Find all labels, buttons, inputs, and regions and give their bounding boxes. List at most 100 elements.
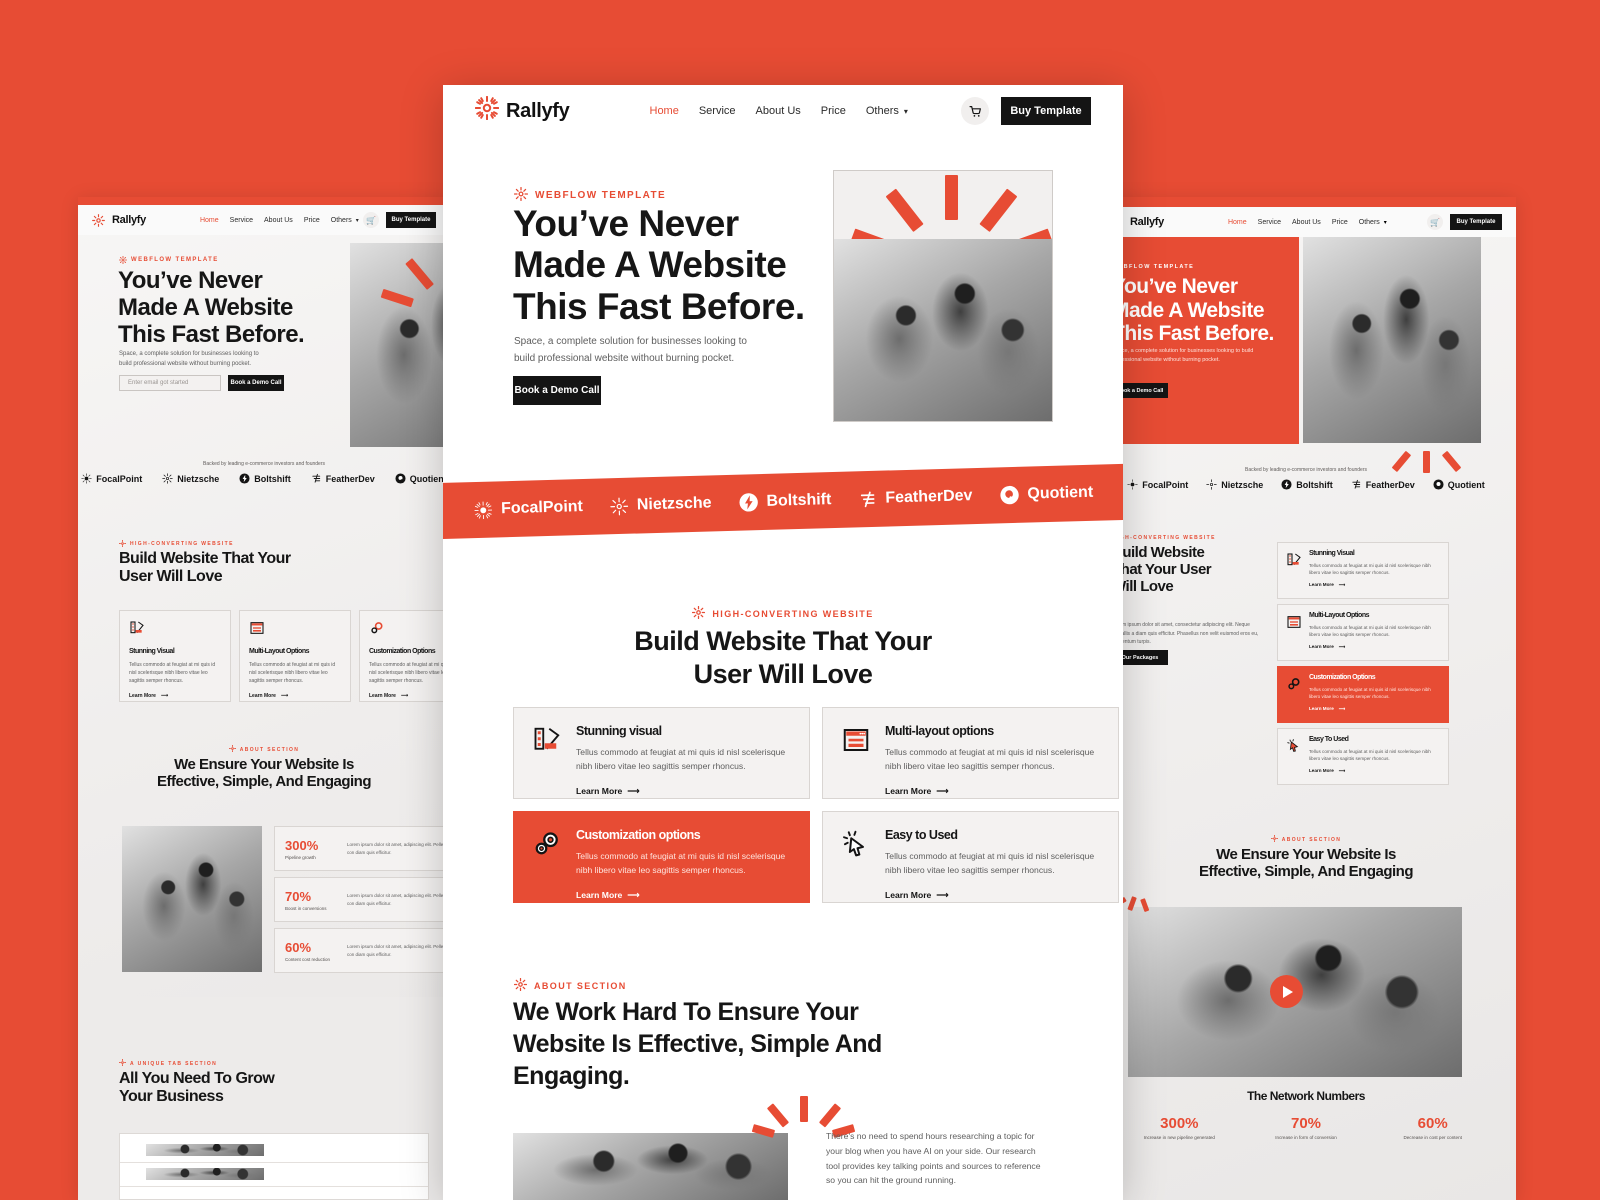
right-page-mockup: Rallyfy Home Service About Us Price Othe… bbox=[1096, 197, 1516, 1200]
feature-body-easy-to-used: Tellus commodo at feugiat at mi quis id … bbox=[885, 851, 1095, 875]
feather-lines-icon bbox=[860, 491, 875, 507]
right-nav-item-about-us[interactable]: About Us bbox=[1292, 219, 1321, 226]
left-hero-email-placeholder: Enter email got started bbox=[128, 380, 189, 386]
hero-photo bbox=[834, 239, 1052, 421]
main-header: Rallyfy Home Service About Us Price Othe… bbox=[443, 85, 1123, 137]
main-brand-logo[interactable]: Rallyfy bbox=[474, 95, 570, 126]
left-feature-title-1: Stunning Visual bbox=[129, 648, 175, 655]
left-nav-item-about-us[interactable]: About Us bbox=[264, 217, 293, 224]
feature-card-multi-layout[interactable]: Multi-layout options Tellus commodo at f… bbox=[822, 707, 1119, 799]
gears-icon bbox=[371, 622, 383, 634]
arrow-right-icon: ⟶ bbox=[936, 889, 949, 900]
features-title: Build Website That Your User Will Love bbox=[634, 626, 932, 689]
nav-item-home[interactable]: Home bbox=[650, 105, 679, 117]
cursor-click-icon bbox=[1287, 739, 1299, 752]
nav-item-others[interactable]: Others bbox=[866, 105, 899, 117]
right-nav-item-others[interactable]: Others bbox=[1359, 219, 1380, 226]
left-nav: Home Service About Us Price Others ▾ bbox=[200, 217, 359, 224]
buy-template-button[interactable]: Buy Template bbox=[1001, 97, 1091, 125]
feature-learn-multi-layout[interactable]: Learn More ⟶ bbox=[885, 786, 1100, 797]
left-logo-row: FocalPoint Nietzsche Boltshift FeatherDe… bbox=[78, 473, 450, 484]
arrow-right-icon: ⟶ bbox=[627, 889, 640, 900]
right-logo-focalpoint: FocalPoint bbox=[1127, 479, 1188, 490]
feature-card-customization[interactable]: Customization options Tellus commodo at … bbox=[513, 811, 810, 903]
nav-item-about-us[interactable]: About Us bbox=[756, 105, 801, 117]
feature-learn-stunning-visual[interactable]: Learn More ⟶ bbox=[576, 786, 791, 797]
right-feature-card-3[interactable]: Customization Options Tellus commodo at … bbox=[1277, 666, 1449, 723]
right-about-title: We Ensure Your Website Is Effective, Sim… bbox=[1199, 846, 1413, 880]
sunburst-icon bbox=[92, 213, 105, 227]
hero-demo-button[interactable]: Book a Demo Call bbox=[513, 376, 601, 405]
left-stat-body-3: Lorem ipsum dolor sit amet, adipiscing e… bbox=[347, 944, 450, 957]
left-feature-learn-2[interactable]: Learn More ⟶ bbox=[249, 693, 341, 699]
left-feature-title-3: Customization Options bbox=[369, 648, 436, 655]
bolt-circle-icon bbox=[739, 493, 758, 512]
sunburst-icon bbox=[119, 256, 127, 264]
feature-card-easy-to-used[interactable]: Easy to Used Tellus commodo at feugiat a… bbox=[822, 811, 1119, 903]
left-feature-card-2[interactable]: Multi-Layout Options Tellus commodo at f… bbox=[239, 610, 351, 702]
right-cart-button[interactable]: 🛒 bbox=[1427, 214, 1443, 230]
feature-body-customization: Tellus commodo at feugiat at mi quis id … bbox=[576, 851, 786, 875]
left-feature-body-3: Tellus commodo at feugiat at mi quis id … bbox=[369, 661, 450, 685]
star-burst-icon bbox=[162, 473, 173, 484]
radial-burst-icon bbox=[1127, 479, 1138, 490]
right-feature-learn-4[interactable]: Learn More ⟶ bbox=[1309, 768, 1440, 774]
left-hero-paragraph: Space, a complete solution for businesse… bbox=[119, 351, 259, 368]
image-stack-icon bbox=[130, 621, 144, 634]
right-logo-nietzsche: Nietzsche bbox=[1206, 479, 1263, 490]
right-feature-learn-3[interactable]: Learn More ⟶ bbox=[1309, 706, 1440, 712]
sunburst-icon bbox=[118, 1058, 127, 1068]
left-cart-button[interactable]: 🛒 bbox=[363, 212, 379, 228]
left-feature-learn-1[interactable]: Learn More ⟶ bbox=[129, 693, 221, 699]
right-play-button[interactable] bbox=[1270, 975, 1303, 1008]
left-hero-title: You’ve Never Made A Website This Fast Be… bbox=[118, 267, 305, 348]
left-tab-title: All You Need To Grow Your Business bbox=[119, 1070, 275, 1105]
feature-card-stunning-visual[interactable]: Stunning visual Tellus commodo at feugia… bbox=[513, 707, 810, 799]
feature-learn-customization[interactable]: Learn More ⟶ bbox=[576, 890, 791, 901]
q-circle-icon bbox=[1000, 485, 1019, 505]
nav-item-price[interactable]: Price bbox=[821, 105, 846, 117]
about-photo bbox=[513, 1133, 788, 1200]
left-logo-focalpoint: FocalPoint bbox=[81, 473, 142, 484]
left-brand-logo[interactable]: Rallyfy bbox=[92, 213, 146, 227]
left-feature-learn-3[interactable]: Learn More ⟶ bbox=[369, 693, 450, 699]
left-tab-eyebrow: A UNIQUE TAB SECTION bbox=[118, 1058, 217, 1068]
left-hero-demo-button[interactable]: Book a Demo Call bbox=[228, 375, 284, 391]
left-nav-item-home[interactable]: Home bbox=[200, 217, 219, 224]
feature-learn-easy-to-used[interactable]: Learn More ⟶ bbox=[885, 890, 1100, 901]
left-stat-value-3: 60% bbox=[285, 939, 312, 955]
cart-icon bbox=[968, 105, 981, 117]
left-feature-title-2: Multi-Layout Options bbox=[249, 648, 310, 655]
cart-button[interactable] bbox=[961, 97, 989, 125]
logo-featherdev: FeatherDev bbox=[858, 487, 973, 509]
left-feature-card-3[interactable]: Customization Options Tellus commodo at … bbox=[359, 610, 450, 702]
left-nav-item-price[interactable]: Price bbox=[304, 217, 320, 224]
right-feature-title-2: Multi-Layout Options bbox=[1309, 612, 1370, 619]
right-nav-item-service[interactable]: Service bbox=[1258, 219, 1281, 226]
right-nav-item-price[interactable]: Price bbox=[1332, 219, 1348, 226]
right-feature-card-1[interactable]: Stunning Visual Tellus commodo at feugia… bbox=[1277, 542, 1449, 599]
right-feature-card-4[interactable]: Easy To Used Tellus commodo at feugiat a… bbox=[1277, 728, 1449, 785]
right-buy-template-button[interactable]: Buy Template bbox=[1450, 214, 1502, 230]
right-stat-label-2: Increase in form of conversion bbox=[1275, 1135, 1337, 1140]
left-tab-panel[interactable] bbox=[119, 1133, 429, 1200]
right-feature-card-2[interactable]: Multi-Layout Options Tellus commodo at f… bbox=[1277, 604, 1449, 661]
left-about-title: We Ensure Your Website Is Effective, Sim… bbox=[157, 756, 371, 790]
left-buy-template-button[interactable]: Buy Template bbox=[386, 212, 436, 228]
chevron-down-icon[interactable]: ▾ bbox=[904, 107, 908, 116]
left-stat-row-1: 300% Pipeline growth Lorem ipsum dolor s… bbox=[274, 826, 450, 871]
main-nav: Home Service About Us Price Others ▾ bbox=[650, 105, 908, 117]
right-feature-learn-1[interactable]: Learn More ⟶ bbox=[1309, 582, 1440, 588]
left-feature-card-1[interactable]: Stunning Visual Tellus commodo at feugia… bbox=[119, 610, 231, 702]
left-nav-item-service[interactable]: Service bbox=[230, 217, 253, 224]
right-feature-learn-2[interactable]: Learn More ⟶ bbox=[1309, 644, 1440, 650]
browser-window-icon bbox=[843, 729, 869, 751]
left-nav-item-others[interactable]: Others bbox=[331, 217, 352, 224]
left-tab-thumb-2 bbox=[146, 1168, 264, 1180]
left-hero-email-input[interactable]: Enter email got started bbox=[119, 375, 221, 391]
bolt-circle-icon bbox=[1281, 479, 1292, 490]
nav-item-service[interactable]: Service bbox=[699, 105, 736, 117]
left-feature-body-1: Tellus commodo at feugiat at mi quis id … bbox=[129, 661, 216, 685]
right-nav-item-home[interactable]: Home bbox=[1228, 219, 1247, 226]
feature-body-multi-layout: Tellus commodo at feugiat at mi quis id … bbox=[885, 747, 1095, 771]
